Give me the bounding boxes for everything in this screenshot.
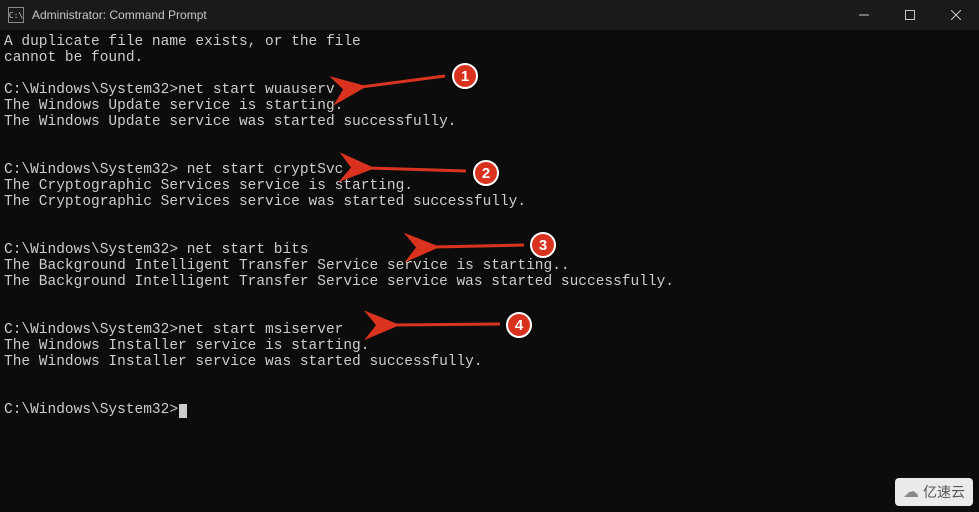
watermark-text: 亿速云	[923, 482, 965, 502]
annotation-badge-2: 2	[473, 160, 499, 186]
annotation-badge-3: 3	[530, 232, 556, 258]
watermark: ☁ 亿速云	[895, 478, 973, 506]
cmd-window: C:\ Administrator: Command Prompt A dupl…	[0, 0, 979, 512]
annotation-badge-1: 1	[452, 63, 478, 89]
annotation-arrows	[0, 0, 979, 512]
cloud-icon: ☁	[903, 482, 919, 502]
annotation-badge-4: 4	[506, 312, 532, 338]
